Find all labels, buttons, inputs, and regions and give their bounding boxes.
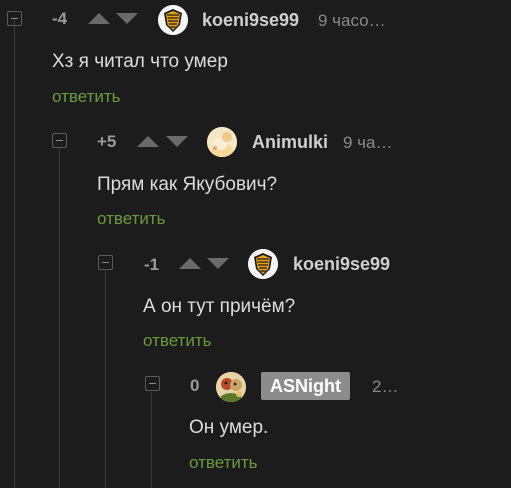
comment-time[interactable]: 9 часо… (318, 10, 386, 32)
reply-link[interactable]: ответить (97, 208, 166, 230)
comment-time[interactable]: 9 ча… (343, 132, 393, 154)
downvote-arrow-icon[interactable] (207, 258, 229, 269)
downvote-arrow-icon[interactable] (116, 13, 138, 24)
username[interactable]: koeni9se99 (202, 9, 299, 31)
avatar[interactable] (216, 372, 246, 402)
comment-rating: +5 (97, 132, 117, 151)
comment-rating: -1 (144, 255, 160, 274)
avatar[interactable] (207, 127, 237, 157)
thread-line (105, 270, 106, 488)
comment-rating: 0 (190, 376, 200, 395)
username[interactable]: koeni9se99 (293, 253, 390, 275)
reply-link[interactable]: ответить (52, 86, 121, 108)
thread-line (59, 148, 60, 488)
avatar[interactable] (248, 249, 278, 279)
thread-line (151, 392, 152, 488)
comment-time[interactable]: 2… (372, 376, 398, 398)
koenigsegg-shield-icon (248, 249, 278, 279)
collapse-button[interactable] (145, 376, 160, 391)
anime-avatar-icon (207, 127, 237, 157)
comment-text: Хз я читал что умер (52, 51, 228, 72)
comment-rating: -4 (52, 9, 68, 28)
collapse-button[interactable] (7, 11, 22, 26)
collapse-button[interactable] (52, 133, 67, 148)
cartoon-avatar-icon (216, 372, 246, 402)
collapse-button[interactable] (98, 255, 113, 270)
comment-text: Прям как Якубович? (97, 174, 278, 195)
downvote-arrow-icon[interactable] (166, 136, 188, 147)
reply-link[interactable]: ответить (189, 452, 258, 474)
reply-link[interactable]: ответить (143, 330, 212, 352)
username[interactable]: Animulki (252, 131, 328, 153)
author-badge-username[interactable]: ASNight (261, 372, 350, 400)
upvote-arrow-icon[interactable] (179, 258, 201, 269)
avatar[interactable] (158, 5, 188, 35)
upvote-arrow-icon[interactable] (88, 13, 110, 24)
koenigsegg-shield-icon (158, 5, 188, 35)
thread-line (14, 18, 15, 488)
comment-text: А он тут причём? (143, 296, 296, 317)
upvote-arrow-icon[interactable] (137, 136, 159, 147)
comment-text: Он умер. (189, 417, 269, 438)
